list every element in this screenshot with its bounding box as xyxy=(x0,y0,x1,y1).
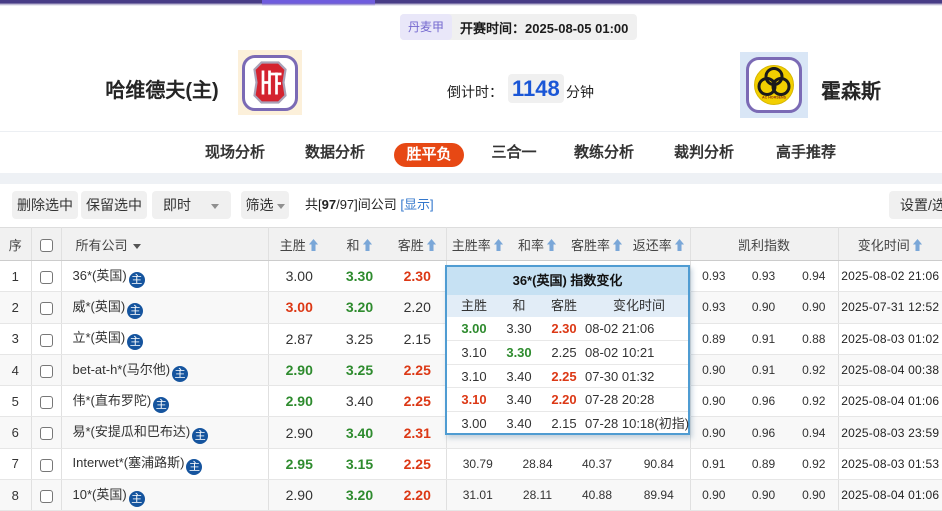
svg-text:AC HORSENS: AC HORSENS xyxy=(762,96,787,100)
